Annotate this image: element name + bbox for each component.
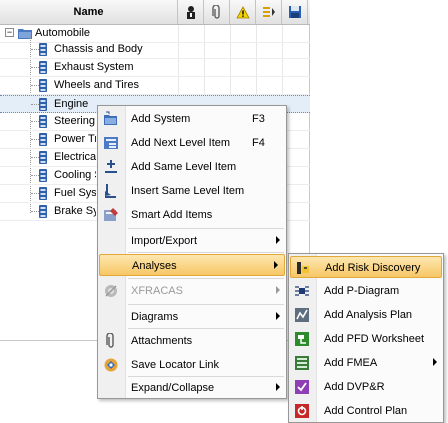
menu-label: Expand/Collapse [131,382,215,394]
submenu-arrow-icon [274,261,278,269]
pfd-worksheet-icon [294,331,310,347]
menu-add-same-level-item[interactable]: Add Same Level Item [98,156,286,178]
system-node-icon [38,204,48,222]
menu-diagrams[interactable]: Diagrams [98,306,286,328]
sort-column-header[interactable] [256,0,282,24]
user-icon [186,6,195,19]
tree-item-label: Fuel Syst [54,187,96,199]
paperclip-icon [103,332,119,349]
menu-label: Add Same Level Item [131,161,237,173]
submenu-arrow-icon [276,236,280,244]
menu-shortcut: F3 [252,113,265,125]
sort-list-icon [262,7,275,17]
submenu-add-control-plan[interactable]: Add Control Plan [289,400,443,422]
menu-label: Add PFD Worksheet [324,333,425,345]
grid-header: Name [0,0,310,25]
menu-label: Smart Add Items [131,209,213,221]
floppy-disk-icon [288,6,301,18]
fmea-icon [294,355,310,371]
system-node-icon [38,168,48,186]
menu-smart-add-items[interactable]: Smart Add Items [98,204,286,226]
menu-label: Add FMEA [324,357,378,369]
system-node-icon [38,78,48,96]
menu-label: Add System [131,113,191,125]
tree-item-chassis-and-body[interactable]: Chassis and Body [0,41,310,59]
submenu-add-risk-discovery[interactable]: Add Risk Discovery [290,256,442,278]
tree-root-label: Automobile [35,27,91,39]
smart-add-icon [103,207,119,223]
warning-icon [235,5,250,18]
system-node-icon [38,42,48,60]
menu-expand-collapse[interactable]: Expand/Collapse [98,377,286,399]
menu-label: Attachments [131,335,193,347]
menu-save-locator-link[interactable]: Save Locator Link [98,354,286,376]
menu-attachments[interactable]: Attachments [98,330,286,352]
folder-add-icon [103,111,119,127]
menu-shortcut: F4 [252,137,265,149]
submenu-arrow-icon [433,358,437,366]
analysis-plan-icon [294,307,310,323]
menu-label: Add DVP&R [324,381,385,393]
tree-item-label: Power Tr [54,133,96,145]
menu-insert-same-level-item[interactable]: Insert Same Level Item [98,180,286,202]
name-column-header[interactable]: Name [0,0,178,24]
menu-label: Add P-Diagram [324,285,400,297]
menu-label: Add Analysis Plan [324,309,413,321]
menu-xfracas[interactable]: XFRACAS [98,280,286,302]
next-level-icon [103,135,119,151]
tree-item-wheels-and-tires[interactable]: Wheels and Tires [0,77,310,95]
menu-label: Save Locator Link [131,359,220,371]
tree-item-label: Exhaust System [54,61,134,73]
user-column-header[interactable] [178,0,204,24]
menu-label: XFRACAS [131,285,183,297]
collapse-toggle[interactable]: − [5,28,14,37]
menu-add-next-level-item[interactable]: Add Next Level Item F4 [98,132,286,154]
menu-analyses[interactable]: Analyses [99,254,285,276]
menu-label: Add Next Level Item [131,137,231,149]
tree-item-label: Steering [54,115,95,127]
submenu-add-fmea[interactable]: Add FMEA [289,352,443,374]
insert-level-icon [103,183,119,199]
attachment-column-header[interactable] [204,0,230,24]
menu-label: Diagrams [131,311,179,323]
menu-label: Insert Same Level Item [131,185,245,197]
tree-item-label: Cooling S [54,169,96,181]
warning-column-header[interactable] [230,0,256,24]
dvpr-icon [294,379,310,395]
submenu-arrow-icon [276,286,280,294]
tree-item-label: Wheels and Tires [54,79,139,91]
save-column-header[interactable] [282,0,308,24]
same-level-icon [103,159,119,175]
submenu-add-analysis-plan[interactable]: Add Analysis Plan [289,304,443,326]
tree-item-label: Electrical [54,151,96,163]
locator-link-icon [103,357,119,373]
p-diagram-icon [294,283,310,299]
menu-label: Analyses [132,260,177,272]
control-plan-icon [294,403,310,419]
tree-item-exhaust-system[interactable]: Exhaust System [0,59,310,77]
system-node-icon [38,132,48,150]
menu-label: Add Risk Discovery [325,262,421,274]
menu-import-export[interactable]: Import/Export [98,230,286,252]
xfracas-icon [103,283,119,299]
system-node-icon [38,186,48,204]
context-menu: Add System F3 Add Next Level Item F4 Add… [97,105,287,399]
submenu-add-dvpr[interactable]: Add DVP&R [289,376,443,398]
submenu-add-p-diagram[interactable]: Add P-Diagram [289,280,443,302]
system-node-icon [38,114,48,132]
analyses-submenu: Add Risk Discovery Add P-Diagram Add Ana… [288,253,444,423]
paperclip-icon [211,4,220,19]
submenu-add-pfd-worksheet[interactable]: Add PFD Worksheet [289,328,443,350]
system-node-icon [38,60,48,78]
system-node-icon [38,150,48,168]
risk-discovery-icon [295,260,311,276]
menu-add-system[interactable]: Add System F3 [98,108,286,130]
menu-label: Add Control Plan [324,405,408,417]
submenu-arrow-icon [276,312,280,320]
submenu-arrow-icon [276,383,280,391]
menu-label: Import/Export [131,235,198,247]
tree-item-label: Chassis and Body [54,43,143,55]
tree-item-label: Brake Sy [54,205,96,217]
